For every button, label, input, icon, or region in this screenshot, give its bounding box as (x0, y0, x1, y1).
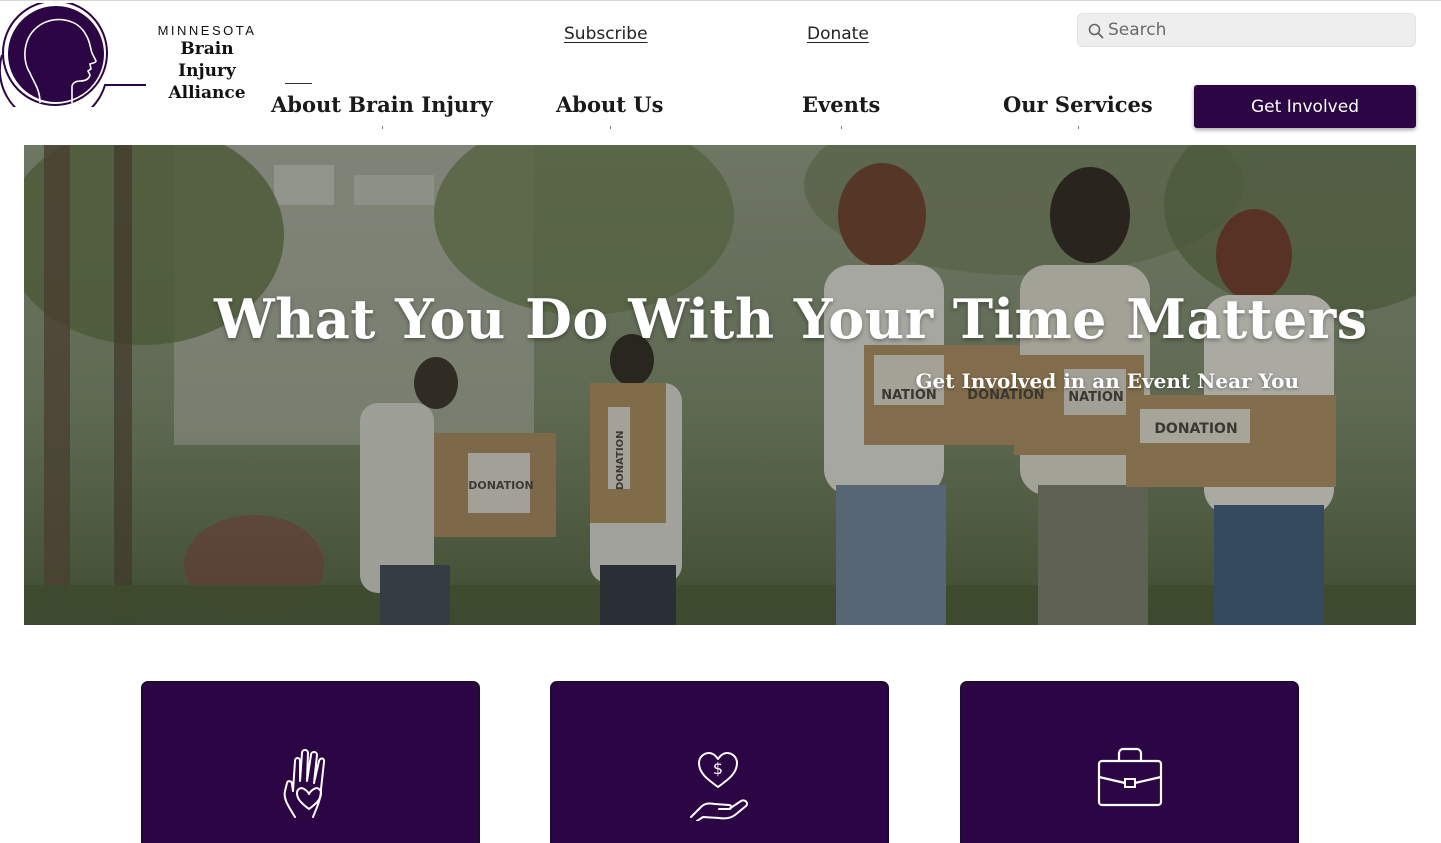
nav-label: About Us (556, 92, 664, 117)
donate-card[interactable]: $ (550, 681, 889, 843)
search-icon (1088, 23, 1104, 39)
box-label: DONATION (615, 430, 626, 490)
search-box[interactable] (1077, 13, 1416, 47)
nav-label: Events (802, 92, 881, 117)
box-label: DONATION (1154, 421, 1237, 437)
briefcase-icon (1097, 747, 1162, 807)
nav-about-us[interactable]: About Us (556, 92, 664, 129)
donation-heart-hand-icon: $ (689, 752, 748, 821)
hand-heart-icon (283, 749, 325, 818)
hero-title: What You Do With Your Time Matters (214, 287, 1368, 351)
box-label: DONATION (468, 479, 534, 492)
head-profile-logo-icon (0, 3, 146, 107)
subscribe-link[interactable]: Subscribe (564, 24, 648, 44)
volunteer-card[interactable] (141, 681, 480, 843)
careers-card[interactable] (960, 681, 1299, 843)
dropdown-indicator (841, 126, 843, 129)
nav-label: About Brain Injury (271, 92, 493, 117)
search-input[interactable] (1108, 17, 1408, 43)
hero-banner: DONATION DONATION NATION DONATION NATION… (24, 145, 1416, 625)
nav-about-brain-injury[interactable]: About Brain Injury (271, 92, 493, 129)
nav-events[interactable]: Events (802, 92, 881, 129)
logo-name-line2: Alliance (168, 83, 246, 103)
top-border (0, 0, 1441, 1)
hero-subtitle[interactable]: Get Involved in an Event Near You (915, 369, 1299, 393)
dropdown-indicator (1077, 126, 1079, 129)
dropdown-indicator (609, 126, 611, 129)
nav-label: Our Services (1003, 92, 1153, 117)
donate-link[interactable]: Donate (807, 24, 869, 44)
get-involved-button[interactable]: Get Involved (1194, 85, 1416, 128)
nav-our-services[interactable]: Our Services (1003, 92, 1153, 129)
site-logo[interactable]: MINNESOTA Brain Injury Alliance (0, 3, 320, 107)
dropdown-indicator (381, 126, 383, 129)
logo-name-line1: Brain Injury (178, 39, 236, 81)
svg-text:$: $ (712, 759, 722, 778)
logo-state-text: MINNESOTA (157, 23, 257, 38)
divider (285, 83, 312, 84)
